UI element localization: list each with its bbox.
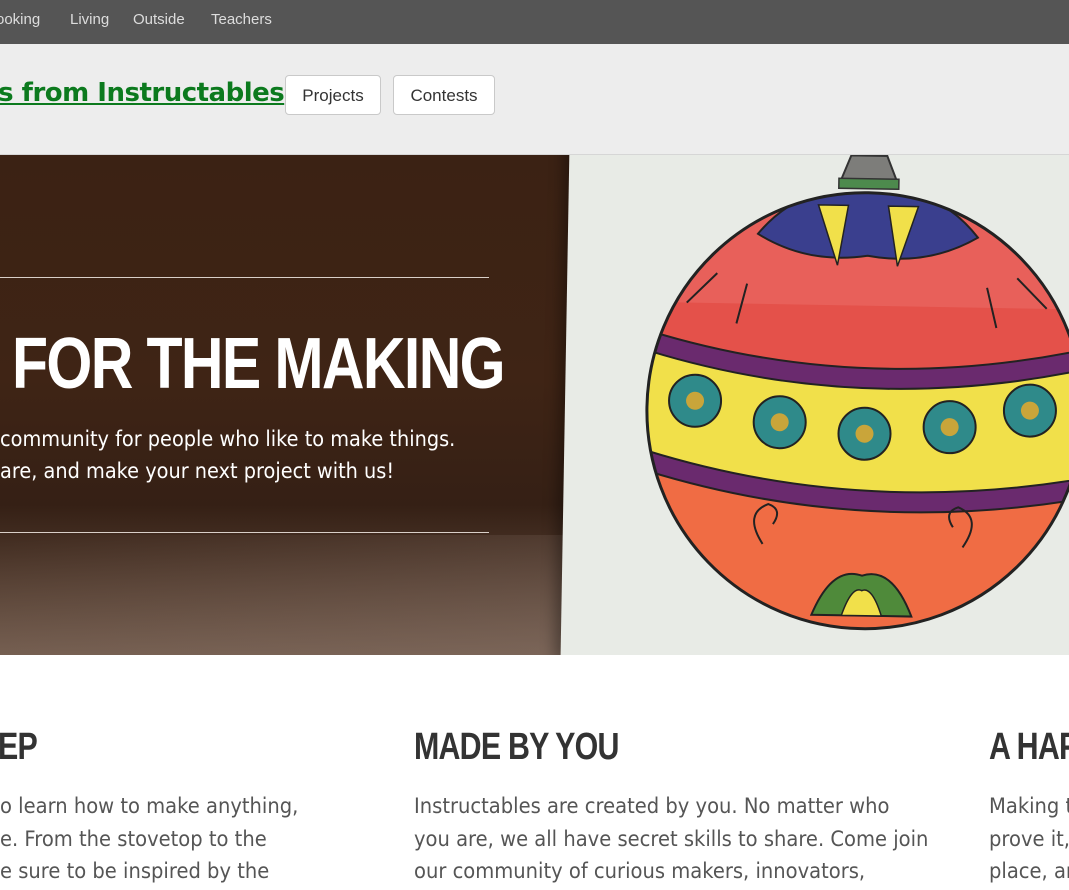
feature-text-line: our community of curious makers, innovat…: [414, 859, 866, 883]
feature-text-line: e sure to be inspired by the: [0, 859, 270, 883]
feature-text-line: prove it,: [989, 827, 1069, 851]
nav-item-cooking[interactable]: ooking: [0, 11, 40, 28]
hero-subtitle-line-1: community for people who like to make th…: [0, 427, 456, 451]
feature-title: A HAP: [989, 726, 1069, 768]
site-brand-link[interactable]: gs from Instructables: [0, 78, 285, 108]
ornament-illustration: [643, 155, 1069, 633]
nav-item-teachers[interactable]: Teachers: [211, 11, 272, 28]
category-nav: ooking Living Outside Teachers: [0, 0, 1069, 44]
feature-text-line: e. From the stovetop to the: [0, 827, 267, 851]
projects-button[interactable]: Projects: [285, 75, 381, 115]
nav-item-outside[interactable]: Outside: [133, 11, 185, 28]
hero-banner: FOR THE MAKING community for people who …: [0, 155, 1069, 655]
feature-text-line: place, an: [989, 859, 1069, 883]
feature-title: EP: [0, 726, 38, 768]
feature-text-line: Instructables are created by you. No mat…: [414, 794, 890, 818]
feature-text-line: Making t: [989, 794, 1069, 818]
feature-title: MADE BY YOU: [414, 726, 619, 768]
nav-item-living[interactable]: Living: [70, 11, 109, 28]
site-header: gs from Instructables Projects Contests: [0, 44, 1069, 155]
hero-divider-bottom: [0, 532, 489, 533]
hero-title: FOR THE MAKING: [12, 324, 506, 404]
feature-text-line: o learn how to make anything,: [0, 794, 299, 818]
ornament-card-image: [560, 155, 1069, 655]
hero-divider-top: [0, 277, 489, 278]
table-surface: [0, 535, 600, 655]
feature-text-line: you are, we all have secret skills to sh…: [414, 827, 929, 851]
contests-button[interactable]: Contests: [393, 75, 495, 115]
hero-subtitle-line-2: are, and make your next project with us!: [0, 459, 395, 483]
